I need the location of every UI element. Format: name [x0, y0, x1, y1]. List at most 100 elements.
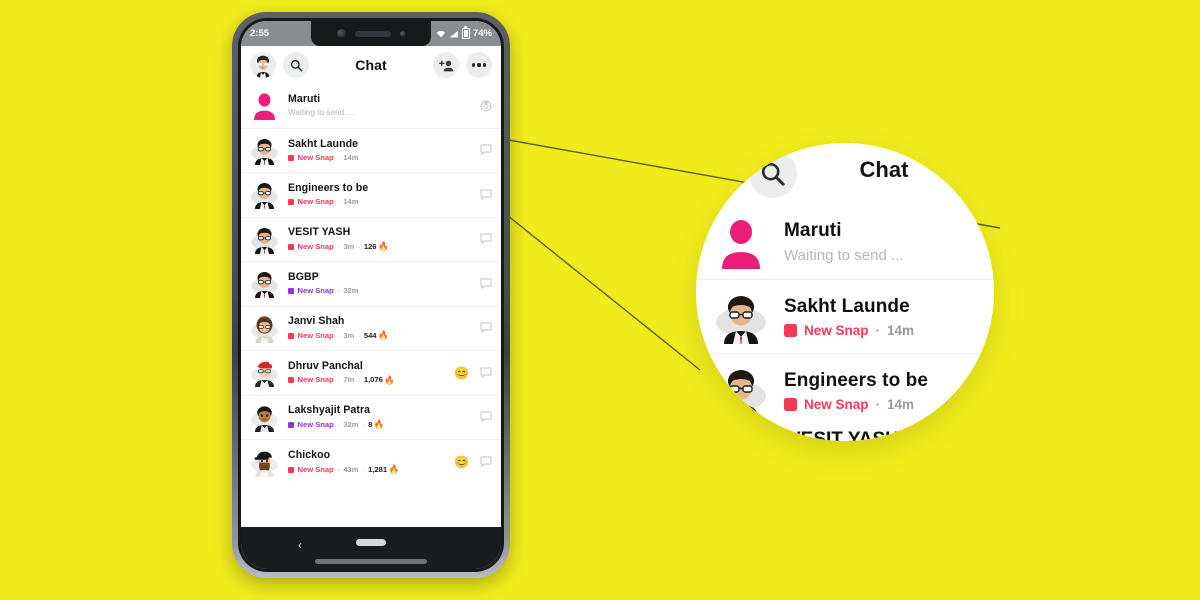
callout-lines — [385, 117, 1001, 371]
new-snap-badge — [288, 421, 294, 428]
new-snap-badge — [288, 199, 294, 206]
separator-dot: · — [337, 419, 340, 429]
chat-bubble-icon[interactable] — [480, 144, 492, 156]
magnifier-content: Chat Maruti Waiting to send ... Sakht La… — [696, 143, 994, 441]
chat-status-text: New Snap — [297, 419, 334, 429]
chat-status-text: New Snap — [297, 464, 334, 474]
chat-list-item[interactable]: Chickoo New Snap · 43m · 1,281 🔥 😊 — [241, 440, 501, 485]
chat-bubble-icon[interactable] — [480, 411, 492, 423]
magnifier-callout: Chat Maruti Waiting to send ... Sakht La… — [696, 143, 994, 441]
chat-timestamp: 43m — [343, 464, 359, 474]
chat-list-item[interactable]: Janvi Shah New Snap · 3m · 544 🔥 — [241, 306, 501, 351]
wifi-icon — [436, 30, 446, 37]
sensor-icon — [399, 30, 406, 37]
status-bar-time: 2:55 — [250, 28, 270, 39]
chat-bubble-icon[interactable] — [480, 367, 492, 379]
separator-dot: · — [357, 375, 361, 385]
chat-timestamp: 3m — [343, 330, 355, 340]
chat-timestamp: 14m — [887, 322, 915, 338]
magnified-page-title: Chat — [859, 157, 909, 182]
chat-name: Engineers to be — [288, 182, 369, 195]
chat-item-actions — [480, 189, 492, 201]
chat-list-item[interactable]: Lakshyajit Patra New Snap · 32m · 8 🔥 — [241, 395, 501, 440]
reaction-emoji-icon[interactable]: 😊 — [454, 456, 469, 468]
chat-bubble-icon[interactable] — [480, 189, 492, 201]
new-snap-badge — [784, 323, 797, 337]
chat-status-text: Waiting to send ... — [784, 247, 904, 264]
chat-subtitle: New Snap · 43m · 1,281 🔥 — [288, 464, 448, 475]
battery-percent: 74% — [472, 28, 492, 39]
streak-count: 544 — [363, 330, 377, 340]
app-header: Chat — [241, 46, 501, 84]
new-snap-badge — [288, 332, 294, 339]
chat-item-text: Maruti Waiting to send ... — [288, 93, 474, 118]
bitmoji-dark-hair-icon — [251, 406, 278, 432]
chat-bubble-icon[interactable] — [480, 278, 492, 290]
bitmoji-suit-glasses-icon — [251, 183, 278, 210]
reaction-emoji-icon[interactable]: 😊 — [454, 367, 469, 379]
chat-bubble-icon[interactable] — [480, 456, 492, 468]
chat-subtitle: New Snap · 7m · 1,076 🔥 — [288, 375, 448, 386]
chat-timestamp: 32m — [343, 419, 359, 429]
chat-name: Maruti — [784, 220, 842, 241]
bitmoji-santa-hat-icon — [251, 360, 278, 388]
camera-icon[interactable] — [480, 100, 492, 112]
chat-item-text: Dhruv Panchal New Snap · 7m · 1,076 🔥 — [288, 360, 448, 386]
avatar — [250, 448, 279, 477]
back-button[interactable]: ‹ — [298, 539, 302, 551]
chat-subtitle: New Snap · 14m — [288, 197, 474, 207]
chat-item-text: Sakht Launde New Snap · 14m — [288, 138, 474, 163]
magnified-row[interactable]: Engineers to be New Snap · 14m — [696, 353, 994, 427]
chat-bubble-icon[interactable] — [480, 233, 492, 245]
bitmoji-suit-glasses-icon — [716, 369, 766, 418]
chat-subtitle: New Snap · 14m — [288, 153, 474, 163]
more-options-button[interactable] — [466, 52, 492, 78]
add-friend-button[interactable] — [433, 52, 459, 78]
phone-device: 2:55 74% Chat Maruti Waiting to send ...… — [232, 12, 510, 578]
chat-list-item[interactable]: Dhruv Panchal New Snap · 7m · 1,076 🔥 😊 — [241, 351, 501, 396]
profile-avatar-button[interactable] — [250, 52, 276, 78]
new-snap-badge — [784, 397, 797, 411]
magnified-row[interactable]: Maruti Waiting to send ... — [696, 205, 994, 279]
streak-count: 126 — [363, 241, 377, 251]
bitmoji-suit-glasses-icon — [251, 227, 278, 254]
chat-subtitle: New Snap · 3m · 544 🔥 — [288, 330, 474, 341]
chat-item-actions: 😊 — [454, 456, 492, 468]
fire-emoji-icon: 🔥 — [384, 374, 395, 385]
new-snap-badge — [288, 243, 294, 250]
chat-subtitle: New Snap · 14m — [784, 323, 914, 338]
magnified-row[interactable]: Sakht Launde New Snap · 14m — [696, 279, 994, 353]
chat-status-text: Waiting to send ... — [288, 107, 354, 117]
chat-name: VESIT YASH — [288, 226, 351, 239]
chat-list-item[interactable]: Sakht Launde New Snap · 14m — [241, 128, 501, 173]
bitmoji-suit-glasses-icon — [251, 138, 278, 165]
page-title: Chat — [355, 57, 387, 73]
search-button[interactable] — [283, 52, 309, 78]
chat-item-actions — [480, 322, 492, 334]
chat-list-item[interactable]: Maruti Waiting to send ... — [241, 84, 501, 129]
avatar — [250, 225, 279, 254]
streak-count: 8 — [368, 419, 373, 429]
home-indicator[interactable] — [356, 539, 386, 546]
signal-icon — [449, 30, 458, 37]
chat-status-text: New Snap — [297, 197, 334, 207]
avatar — [250, 269, 279, 299]
chat-subtitle: New Snap · 14m — [784, 397, 928, 412]
separator-dot: · — [357, 330, 361, 340]
more-options-icon — [472, 63, 486, 67]
fire-emoji-icon: 🔥 — [388, 464, 400, 475]
avatar — [250, 314, 279, 343]
bottom-speaker-grille — [315, 559, 427, 564]
streak-count: 1,076 — [363, 375, 383, 385]
bitmoji-suit-glasses-icon — [251, 272, 278, 299]
chat-bubble-icon[interactable] — [480, 322, 492, 334]
separator-dot: · — [337, 152, 340, 162]
chat-item-actions — [480, 278, 492, 290]
chat-list-item[interactable]: BGBP New Snap · 32m — [241, 262, 501, 307]
chat-name: Sakht Launde — [784, 295, 910, 317]
chat-name: Janvi Shah — [288, 315, 345, 328]
avatar — [250, 91, 279, 121]
chat-list-item[interactable]: Engineers to be New Snap · 14m — [241, 173, 501, 218]
status-bar-indicators: 74% — [436, 26, 492, 39]
chat-list-item[interactable]: VESIT YASH New Snap · 3m · 126 🔥 — [241, 217, 501, 262]
